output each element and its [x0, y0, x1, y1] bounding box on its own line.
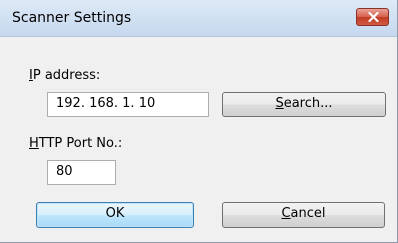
close-icon	[368, 12, 379, 22]
window-title: Scanner Settings	[12, 10, 132, 26]
title-bar[interactable]: Scanner Settings	[0, 0, 397, 37]
scanner-settings-dialog: Scanner Settings IP address: 192. 168. 1…	[0, 0, 398, 243]
cancel-button[interactable]: Cancel	[222, 202, 385, 228]
http-port-input[interactable]: 80	[47, 160, 116, 185]
ok-button[interactable]: OK	[36, 202, 194, 228]
ip-address-input[interactable]: 192. 168. 1. 10	[47, 92, 209, 117]
close-button[interactable]	[356, 8, 389, 26]
search-button[interactable]: Search...	[222, 92, 386, 117]
http-port-label: HTTP Port No.:	[29, 136, 123, 151]
ip-address-label: IP address:	[29, 68, 101, 83]
